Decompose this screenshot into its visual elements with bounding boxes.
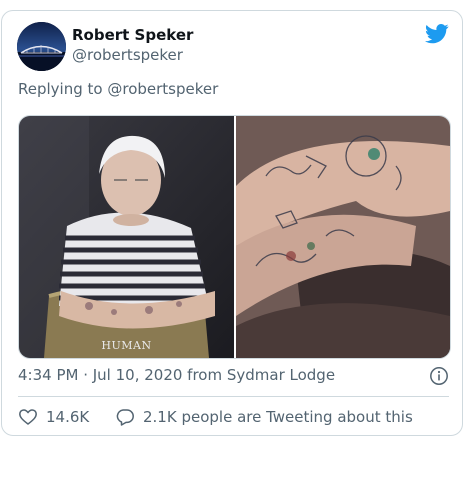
photo-woman-portrait[interactable]: HUMAN — [19, 116, 234, 358]
heart-icon — [19, 409, 37, 425]
author-handle[interactable]: @robertspeker — [72, 46, 183, 64]
info-icon[interactable] — [429, 366, 449, 386]
conversation-link[interactable]: 2.1K people are Tweeting about this — [115, 407, 413, 427]
speech-bubble-icon — [116, 409, 134, 426]
reply-prefix: Replying to — [18, 80, 103, 98]
author-name[interactable]: Robert Speker — [72, 26, 193, 44]
photo-watermark: HUMAN — [101, 339, 152, 352]
divider — [18, 396, 449, 397]
conversation-text: 2.1K people are Tweeting about this — [143, 408, 413, 426]
reply-mention-link[interactable]: @robertspeker — [107, 80, 218, 98]
avatar[interactable] — [17, 22, 66, 71]
tweet-timestamp-link[interactable]: 4:34 PM · Jul 10, 2020 from Sydmar Lodge — [18, 366, 335, 384]
reply-context: Replying to @robertspeker — [18, 80, 218, 98]
media-grid: HUMAN — [18, 115, 451, 359]
like-button[interactable]: 14.6K — [18, 407, 89, 427]
twitter-bird-icon[interactable] — [425, 24, 449, 44]
avatar-image — [17, 22, 66, 71]
tweet-card[interactable]: Robert Speker @robertspeker Replying to … — [1, 10, 463, 436]
like-count: 14.6K — [46, 408, 90, 426]
photo-tattooed-arms[interactable] — [236, 116, 450, 358]
